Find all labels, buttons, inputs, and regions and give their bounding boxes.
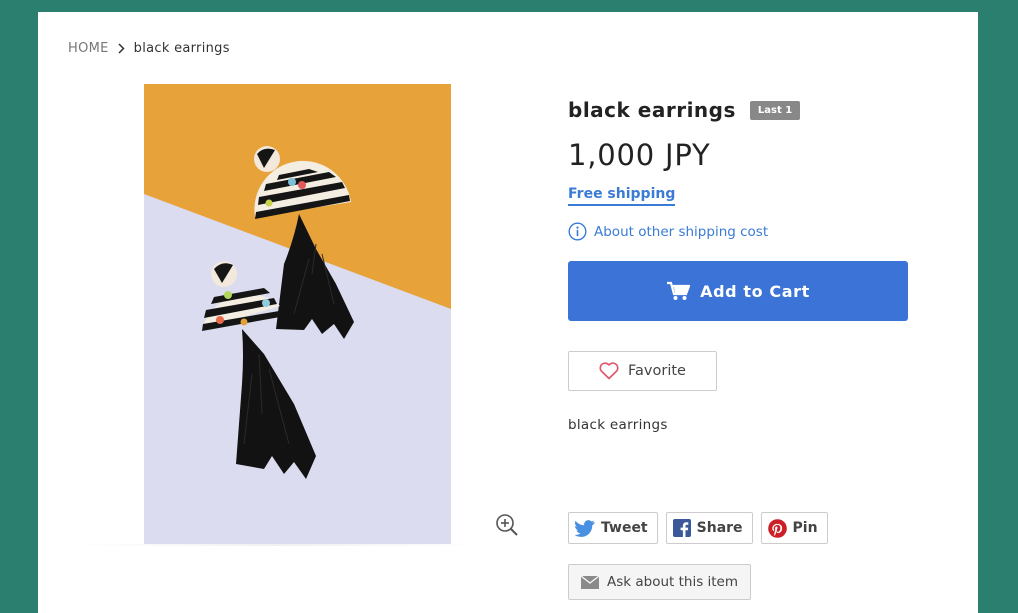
tweet-label: Tweet (601, 520, 648, 536)
breadcrumb: HOME black earrings (68, 41, 230, 56)
facebook-share-button[interactable]: Share (665, 512, 753, 544)
favorite-label: Favorite (628, 363, 686, 379)
ask-about-item-button[interactable]: Ask about this item (568, 564, 751, 600)
add-to-cart-button[interactable]: Add to Cart (568, 261, 908, 321)
chevron-right-icon (118, 43, 125, 54)
twitter-icon (575, 519, 595, 537)
share-buttons: Tweet Share Pin (568, 512, 836, 544)
shipping-cost-link[interactable]: About other shipping cost (568, 222, 908, 241)
facebook-icon (672, 519, 691, 537)
breadcrumb-home-link[interactable]: HOME (68, 41, 109, 56)
share-label: Share (696, 520, 743, 536)
pinterest-icon (767, 518, 787, 538)
zoom-in-icon[interactable] (493, 511, 521, 539)
favorite-button[interactable]: Favorite (568, 351, 717, 391)
cart-icon (666, 281, 691, 301)
ask-label: Ask about this item (606, 574, 739, 590)
product-info: black earrings Last 1 1,000 JPY Free shi… (568, 98, 908, 433)
free-shipping-link[interactable]: Free shipping (568, 186, 676, 206)
pin-label: Pin (792, 520, 818, 536)
heart-icon (599, 362, 619, 380)
product-gallery (68, 84, 488, 546)
info-icon (568, 222, 587, 241)
pin-button[interactable]: Pin (760, 512, 828, 544)
tweet-button[interactable]: Tweet (568, 512, 658, 544)
mail-icon (580, 575, 599, 589)
breadcrumb-current: black earrings (133, 41, 230, 56)
add-to-cart-label: Add to Cart (700, 281, 810, 301)
stock-badge: Last 1 (749, 100, 801, 120)
product-description: black earrings (568, 417, 668, 433)
gallery-divider (68, 544, 488, 546)
product-image[interactable] (144, 84, 451, 544)
product-title: black earrings (568, 98, 736, 122)
product-page: HOME black earrings black earrings Last … (38, 12, 978, 613)
shipping-cost-label: About other shipping cost (594, 223, 769, 240)
product-price: 1,000 JPY (568, 138, 711, 172)
title-row: black earrings Last 1 (568, 98, 908, 122)
